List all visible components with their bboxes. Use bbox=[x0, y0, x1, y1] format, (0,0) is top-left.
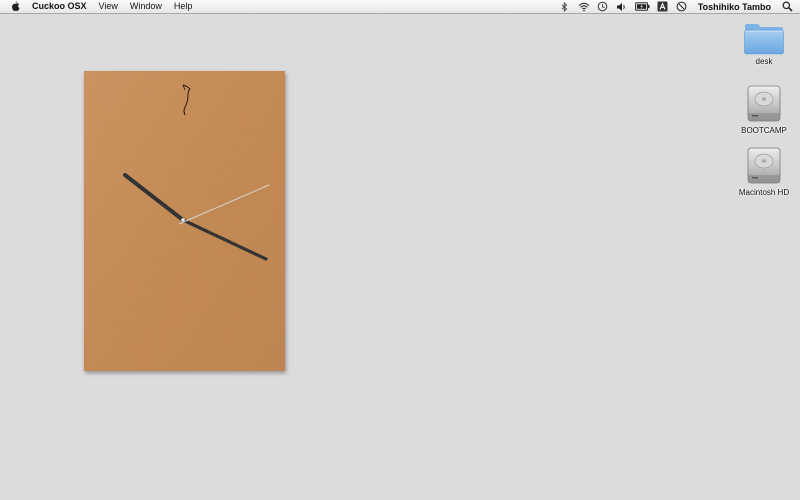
desktop-icon-label: BOOTCAMP bbox=[741, 126, 787, 135]
input-source-icon[interactable] bbox=[657, 1, 669, 12]
wifi-icon[interactable] bbox=[578, 1, 590, 12]
hard-drive-icon bbox=[747, 147, 781, 184]
menu-help[interactable]: Help bbox=[174, 0, 193, 13]
status-area: Toshihiko Tambo bbox=[559, 0, 800, 13]
folder-icon bbox=[744, 24, 784, 55]
bluetooth-icon[interactable] bbox=[559, 1, 571, 12]
menu-bar: Cuckoo OSX View Window Help Toshihiko Ta… bbox=[0, 0, 800, 14]
hard-drive-icon bbox=[747, 85, 781, 122]
menu-window[interactable]: Window bbox=[130, 0, 162, 13]
battery-icon[interactable] bbox=[634, 1, 650, 12]
time-machine-icon[interactable] bbox=[597, 1, 609, 12]
desktop-icon-bootcamp[interactable]: BOOTCAMP bbox=[729, 84, 799, 135]
desktop-icon-desk[interactable]: desk bbox=[729, 21, 799, 66]
desktop: Cuckoo OSX View Window Help Toshihiko Ta… bbox=[0, 0, 800, 500]
user-name-menu[interactable]: Toshihiko Tambo bbox=[698, 2, 771, 12]
notification-icon[interactable] bbox=[676, 1, 688, 12]
desktop-icon-macintosh-hd[interactable]: Macintosh HD bbox=[729, 146, 799, 197]
desktop-icon-label: desk bbox=[755, 57, 773, 66]
desktop-icon-label: Macintosh HD bbox=[738, 188, 790, 197]
menu-app-name[interactable]: Cuckoo OSX bbox=[32, 0, 87, 13]
menu-view[interactable]: View bbox=[99, 0, 118, 13]
volume-icon[interactable] bbox=[616, 1, 628, 12]
wooden-clock-face[interactable] bbox=[84, 71, 285, 371]
clock-center-pin bbox=[180, 217, 186, 223]
spotlight-search-icon[interactable] bbox=[781, 1, 793, 12]
apple-icon[interactable] bbox=[10, 1, 20, 12]
